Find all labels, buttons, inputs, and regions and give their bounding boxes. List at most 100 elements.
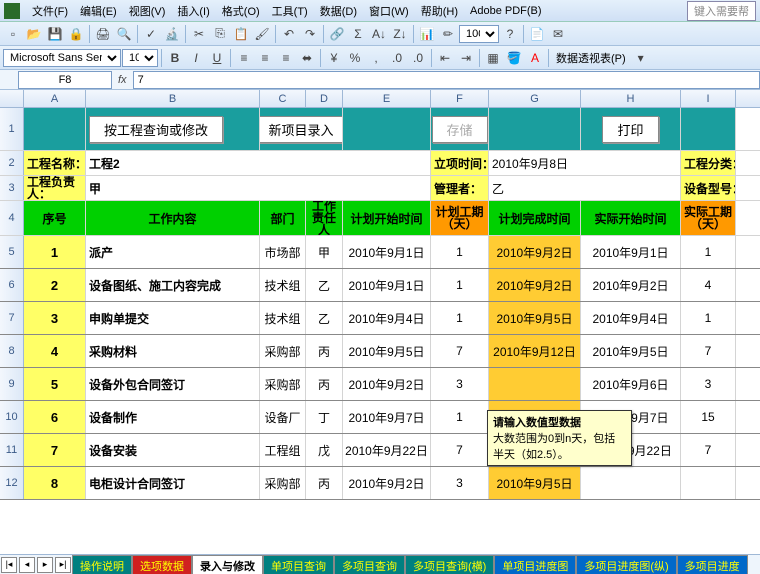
inc-decimal-icon[interactable]: .0 (387, 48, 407, 68)
query-button[interactable]: 按工程查询或修改 (89, 116, 223, 143)
sheet-tab[interactable]: 多项目查询(横) (405, 555, 494, 574)
cell-dept[interactable]: 采购部 (260, 467, 306, 499)
col-header[interactable]: B (86, 90, 260, 107)
cell-plan-start[interactable]: 2010年9月22日 (343, 434, 431, 466)
align-left-icon[interactable]: ≡ (234, 48, 254, 68)
row-header[interactable]: 5 (0, 236, 24, 268)
cell-plan-start[interactable]: 2010年9月4日 (343, 302, 431, 334)
merge-icon[interactable]: ⬌ (297, 48, 317, 68)
cell-content[interactable]: 采购材料 (86, 335, 260, 367)
cell-plan-days[interactable]: 1 (431, 302, 489, 334)
cell-plan-days[interactable]: 7 (431, 335, 489, 367)
cell-plan-start[interactable]: 2010年9月2日 (343, 467, 431, 499)
cell-dept[interactable]: 采购部 (260, 335, 306, 367)
col-header[interactable]: D (306, 90, 343, 107)
cell-plan-start[interactable]: 2010年9月2日 (343, 368, 431, 400)
font-size-select[interactable]: 10 (122, 49, 158, 67)
row-header[interactable]: 6 (0, 269, 24, 301)
cell-plan-end[interactable]: 2010年9月12日 (489, 335, 581, 367)
open-icon[interactable]: 📂 (24, 24, 44, 44)
tab-nav-prev-icon[interactable]: ◂ (19, 557, 35, 573)
row-header[interactable]: 9 (0, 368, 24, 400)
dec-decimal-icon[interactable]: .0 (408, 48, 428, 68)
redo-icon[interactable]: ↷ (300, 24, 320, 44)
cell-content[interactable]: 派产 (86, 236, 260, 268)
research-icon[interactable]: 🔬 (162, 24, 182, 44)
value-proj-name[interactable]: 工程2 (86, 151, 431, 175)
col-header[interactable]: A (24, 90, 86, 107)
select-all-corner[interactable] (0, 90, 24, 107)
row-header[interactable]: 1 (0, 108, 24, 150)
borders-icon[interactable]: ▦ (483, 48, 503, 68)
row-header[interactable]: 7 (0, 302, 24, 334)
zoom-select[interactable]: 100% (459, 25, 499, 43)
cell-actual-days[interactable] (681, 467, 736, 499)
help-icon[interactable]: ? (500, 24, 520, 44)
cell-actual-start[interactable]: 2010年9月2日 (581, 269, 681, 301)
currency-icon[interactable]: ¥ (324, 48, 344, 68)
cell-plan-days[interactable]: 3 (431, 467, 489, 499)
drawing-icon[interactable]: ✏ (438, 24, 458, 44)
cell-plan-days[interactable]: 1 (431, 236, 489, 268)
sheet-tab[interactable]: 单项目查询 (263, 555, 334, 574)
cell-content[interactable]: 电柜设计合同签订 (86, 467, 260, 499)
sheet-tab[interactable]: 多项目进度 (677, 555, 748, 574)
cell-actual-start[interactable]: 2010年9月1日 (581, 236, 681, 268)
cell-seq[interactable]: 1 (24, 236, 86, 268)
dec-indent-icon[interactable]: ⇤ (435, 48, 455, 68)
cell-actual-days[interactable]: 3 (681, 368, 736, 400)
format-painter-icon[interactable]: 🖌 (252, 24, 272, 44)
row-header[interactable]: 12 (0, 467, 24, 499)
paste-icon[interactable]: 📋 (231, 24, 251, 44)
cell-actual-days[interactable]: 7 (681, 434, 736, 466)
sheet-tab[interactable]: 选项数据 (132, 555, 192, 574)
cell-actual-days[interactable]: 15 (681, 401, 736, 433)
cell-seq[interactable]: 8 (24, 467, 86, 499)
undo-icon[interactable]: ↶ (279, 24, 299, 44)
bold-icon[interactable]: B (165, 48, 185, 68)
cell-content[interactable]: 设备安装 (86, 434, 260, 466)
cut-icon[interactable]: ✂ (189, 24, 209, 44)
italic-icon[interactable]: I (186, 48, 206, 68)
tab-nav-last-icon[interactable]: ▸| (55, 557, 71, 573)
sheet-tab[interactable]: 单项目进度图 (494, 555, 576, 574)
cell-actual-start[interactable]: 2010年9月5日 (581, 335, 681, 367)
print-button[interactable]: 打印 (602, 116, 658, 143)
cell-resp[interactable]: 丙 (306, 335, 343, 367)
cell-dept[interactable]: 技术组 (260, 269, 306, 301)
cell-resp[interactable]: 乙 (306, 302, 343, 334)
sort-asc-icon[interactable]: A↓ (369, 24, 389, 44)
cell-actual-days[interactable]: 1 (681, 236, 736, 268)
cell-dept[interactable]: 采购部 (260, 368, 306, 400)
menu-format[interactable]: 格式(O) (216, 1, 266, 21)
tab-nav-first-icon[interactable]: |◂ (1, 557, 17, 573)
cell-actual-start[interactable]: 2010年9月6日 (581, 368, 681, 400)
row-header[interactable]: 2 (0, 151, 24, 175)
cell-plan-end[interactable]: 2010年9月2日 (489, 236, 581, 268)
hyperlink-icon[interactable]: 🔗 (327, 24, 347, 44)
permission-icon[interactable]: 🔒 (66, 24, 86, 44)
row-header[interactable]: 3 (0, 176, 24, 200)
cell-resp[interactable]: 戊 (306, 434, 343, 466)
font-color-icon[interactable]: A (525, 48, 545, 68)
cell-plan-days[interactable]: 1 (431, 269, 489, 301)
sheet-tab[interactable]: 操作说明 (72, 555, 132, 574)
cell-seq[interactable]: 5 (24, 368, 86, 400)
cell-resp[interactable]: 乙 (306, 269, 343, 301)
cell-resp[interactable]: 甲 (306, 236, 343, 268)
autosum-icon[interactable]: Σ (348, 24, 368, 44)
align-right-icon[interactable]: ≡ (276, 48, 296, 68)
sheet-tab-active[interactable]: 录入与修改 (192, 555, 263, 574)
new-icon[interactable]: ▫ (3, 24, 23, 44)
cell-plan-start[interactable]: 2010年9月1日 (343, 269, 431, 301)
cell-plan-end[interactable]: 2010年9月5日 (489, 302, 581, 334)
menu-data[interactable]: 数据(D) (314, 1, 363, 21)
cell-plan-end[interactable] (489, 368, 581, 400)
tab-nav-next-icon[interactable]: ▸ (37, 557, 53, 573)
cell-content[interactable]: 申购单提交 (86, 302, 260, 334)
cell-dept[interactable]: 工程组 (260, 434, 306, 466)
menu-help[interactable]: 帮助(H) (415, 1, 464, 21)
cell-dept[interactable]: 市场部 (260, 236, 306, 268)
cell-content[interactable]: 设备制作 (86, 401, 260, 433)
cell-content[interactable]: 设备图纸、施工内容完成 (86, 269, 260, 301)
